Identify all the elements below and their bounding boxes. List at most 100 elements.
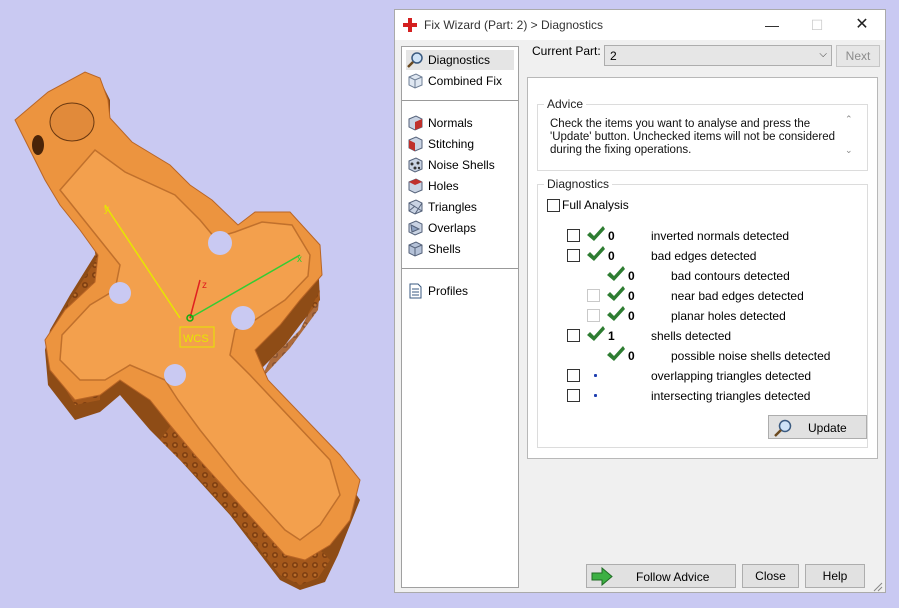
red-cross-icon: [403, 18, 417, 32]
advice-scrollbar[interactable]: ⌃ ⌄: [842, 114, 858, 158]
diagnostics-group: Diagnostics Full Analysis 0 inverted norm…: [537, 177, 868, 448]
nav-item-noise-shells[interactable]: Noise Shells: [406, 155, 514, 175]
update-button[interactable]: Update: [768, 415, 867, 439]
nav-item-label: Shells: [428, 242, 461, 256]
nav-item-label: Stitching: [428, 137, 475, 151]
scroll-down-icon[interactable]: ⌄: [845, 145, 853, 156]
nav-divider: [402, 268, 518, 269]
nav-item-label: Normals: [428, 116, 473, 130]
wizard-nav: Diagnostics Combined Fix Normals Stitchi…: [401, 46, 519, 588]
nav-item-label: Noise Shells: [428, 158, 495, 172]
nav-item-label: Diagnostics: [428, 53, 491, 67]
stitching-cube-icon: [408, 136, 423, 152]
diagnostic-count: 1: [608, 329, 615, 343]
checkmark-icon: [587, 326, 605, 341]
diagnostic-count: 0: [628, 289, 635, 303]
checkmark-icon: [587, 246, 605, 261]
magnifier-icon: [407, 52, 423, 68]
diagnostic-checkbox: [587, 289, 600, 302]
nav-item-label: Combined Fix: [428, 74, 503, 88]
diagnostic-count: 0: [608, 229, 615, 243]
nav-item-combined-fix[interactable]: Combined Fix: [406, 71, 514, 91]
shells-cube-icon: [408, 241, 423, 257]
chevron-down-icon: ⌵: [819, 49, 827, 60]
resize-grip-icon[interactable]: [871, 580, 883, 592]
nav-item-shells[interactable]: Shells: [406, 239, 514, 259]
scroll-up-icon[interactable]: ⌃: [845, 114, 853, 125]
window-title: Fix Wizard (Part: 2) > Diagnostics: [424, 18, 604, 32]
follow-advice-button[interactable]: Follow Advice: [586, 564, 736, 588]
pending-dot-icon: [594, 394, 597, 397]
nav-item-overlaps[interactable]: Overlaps: [406, 218, 514, 238]
diagnostic-count: 0: [628, 269, 635, 283]
nav-item-holes[interactable]: Holes: [406, 176, 514, 196]
diagnostic-checkbox[interactable]: [567, 369, 580, 382]
advice-group: Advice Check the items you want to analy…: [537, 97, 868, 171]
diagnostic-count: 0: [628, 309, 635, 323]
nav-item-label: Profiles: [428, 284, 469, 298]
advice-title: Advice: [544, 97, 587, 111]
nav-item-stitching[interactable]: Stitching: [406, 134, 514, 154]
diagnostic-checkbox[interactable]: [567, 389, 580, 402]
close-button[interactable]: Close: [742, 564, 799, 588]
diagnostic-checkbox[interactable]: [567, 329, 580, 342]
minimize-button[interactable]: —: [757, 13, 787, 37]
diagnostic-label: intersecting triangles detected: [651, 389, 811, 403]
advice-line: during the fixing operations.: [550, 144, 692, 156]
cross-model: y x z WCS: [14, 71, 361, 590]
triangles-cube-icon: [408, 199, 423, 215]
diagnostics-title: Diagnostics: [544, 177, 613, 191]
full-analysis-label: Full Analysis: [562, 198, 629, 212]
current-part-value: 2: [610, 49, 617, 63]
diagnostic-count: 0: [628, 349, 635, 363]
diagnostic-label: overlapping triangles detected: [651, 369, 812, 383]
diagnostic-checkbox[interactable]: [567, 229, 580, 242]
diagnostics-panel: Advice Check the items you want to analy…: [527, 77, 878, 459]
diagnostic-label: bad edges detected: [651, 249, 757, 263]
next-button[interactable]: Next: [836, 45, 880, 67]
nav-divider: [402, 100, 518, 101]
overlaps-cube-icon: [408, 220, 423, 236]
diagnostic-label: bad contours detected: [671, 269, 790, 283]
diagnostic-count: 0: [608, 249, 615, 263]
axis-x-label: x: [297, 254, 302, 265]
axis-z-label: z: [202, 280, 207, 291]
current-part-label: Current Part:: [532, 44, 601, 58]
normals-cube-icon: [408, 115, 423, 131]
axis-y-label: y: [104, 204, 109, 215]
nav-item-diagnostics[interactable]: Diagnostics: [406, 50, 514, 70]
diagnostic-checkbox: [587, 309, 600, 322]
nav-item-profiles[interactable]: Profiles: [406, 281, 514, 301]
update-label: Update: [808, 421, 847, 435]
green-arrow-icon: [591, 567, 613, 586]
pending-dot-icon: [594, 374, 597, 377]
advice-line: 'Update' button. Unchecked items will no…: [550, 131, 836, 143]
maximize-button[interactable]: ☐: [802, 13, 832, 37]
diagnostic-label: possible noise shells detected: [671, 349, 831, 363]
diagnostic-label: inverted normals detected: [651, 229, 790, 243]
nav-item-triangles[interactable]: Triangles: [406, 197, 514, 217]
document-icon: [409, 283, 422, 299]
advice-line: Check the items you want to analyse and …: [550, 118, 811, 130]
magnifier-icon: [774, 419, 792, 437]
nav-item-label: Overlaps: [428, 221, 477, 235]
full-analysis-checkbox[interactable]: [547, 199, 560, 212]
diagnostic-label: shells detected: [651, 329, 732, 343]
3d-viewport[interactable]: y x z WCS: [0, 0, 395, 608]
title-bar[interactable]: Fix Wizard (Part: 2) > Diagnostics — ☐ ✕: [395, 10, 885, 40]
diagnostic-label: planar holes detected: [671, 309, 786, 323]
diagnostic-label: near bad edges detected: [671, 289, 804, 303]
holes-cube-icon: [408, 178, 423, 194]
checkmark-icon: [607, 306, 625, 321]
noise-shells-icon: [408, 157, 423, 173]
nav-item-label: Triangles: [428, 200, 477, 214]
close-window-button[interactable]: ✕: [847, 13, 877, 37]
help-button[interactable]: Help: [805, 564, 865, 588]
diagnostic-checkbox[interactable]: [567, 249, 580, 262]
checkmark-icon: [587, 226, 605, 241]
advice-text: Check the items you want to analyse and …: [550, 118, 840, 157]
nav-item-normals[interactable]: Normals: [406, 113, 514, 133]
nav-item-label: Holes: [428, 179, 459, 193]
current-part-select[interactable]: 2 ⌵: [604, 45, 832, 66]
checkmark-icon: [607, 286, 625, 301]
